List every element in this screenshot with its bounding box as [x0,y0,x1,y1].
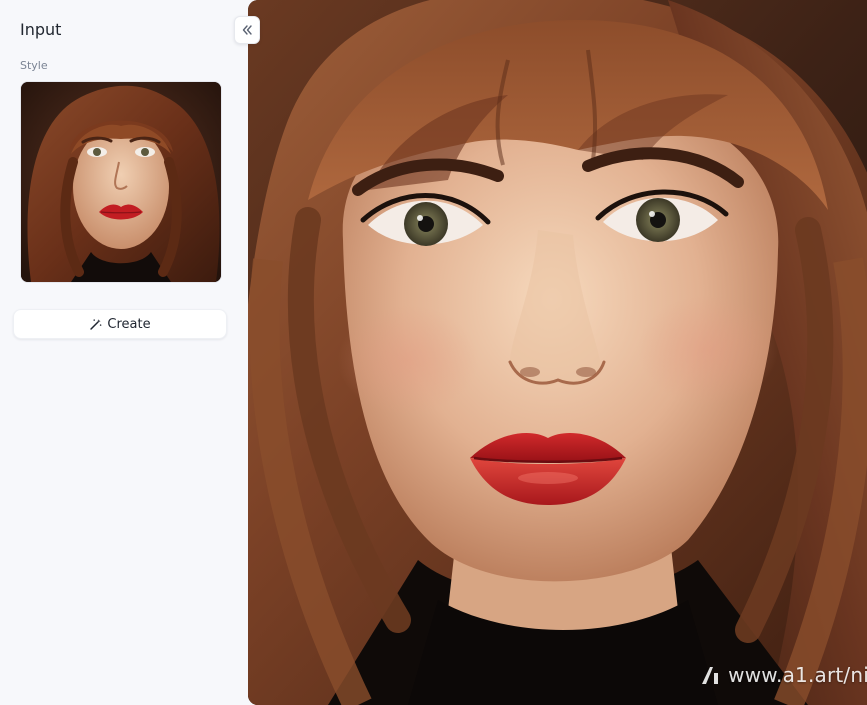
app-window: Input Style Create www.a1.art/ni [0,0,867,705]
collapse-sidebar-button[interactable] [234,16,260,44]
style-reference-thumbnail[interactable] [20,81,222,283]
portrait-result-image [248,0,867,705]
generated-result-image: www.a1.art/ni [248,0,867,705]
panel-title: Input [20,20,62,39]
create-button-label: Create [107,316,151,332]
watermark-text: www.a1.art/ni [728,663,867,687]
portrait-thumbnail-image [21,82,221,282]
watermark: www.a1.art/ni [700,663,867,687]
create-button[interactable]: Create [13,309,227,339]
a1-logo-icon [702,667,719,684]
magic-wand-icon [90,318,102,330]
double-chevron-left-icon [242,25,252,35]
style-label: Style [20,59,48,72]
input-panel: Input Style Create [0,0,248,705]
